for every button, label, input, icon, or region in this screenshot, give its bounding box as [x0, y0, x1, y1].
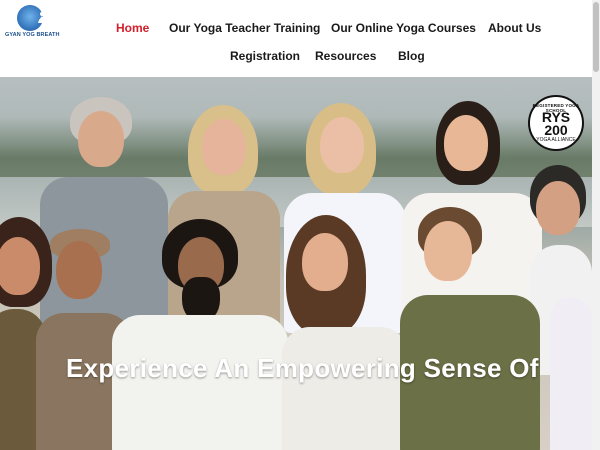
- scrollbar-thumb[interactable]: [593, 2, 599, 72]
- nav-about-us[interactable]: About Us: [488, 21, 541, 35]
- site-logo[interactable]: GYAN YOG BREATH: [5, 5, 60, 39]
- nav-home[interactable]: Home: [116, 21, 149, 35]
- rys-200-badge: REGISTERED YOGA SCHOOL RYS 200 YOGA ALLI…: [528, 95, 584, 151]
- meditating-figure-icon: [38, 12, 46, 23]
- badge-sub-text: YOGA ALLIANCE: [536, 137, 576, 143]
- nav-yoga-teacher-training[interactable]: Our Yoga Teacher Training: [169, 21, 320, 35]
- logo-text: GYAN YOG BREATH: [5, 32, 60, 38]
- site-header: GYAN YOG BREATH Home Our Yoga Teacher Tr…: [0, 0, 592, 76]
- page-scrollbar[interactable]: [592, 0, 600, 450]
- badge-main-text: RYS 200: [541, 109, 571, 138]
- meditation-logo-icon: [17, 5, 46, 31]
- hero-heading: Experience An Empowering Sense Of: [66, 353, 539, 383]
- nav-registration[interactable]: Registration: [230, 49, 300, 63]
- nav-resources[interactable]: Resources: [315, 49, 376, 63]
- nav-online-yoga-courses[interactable]: Our Online Yoga Courses: [331, 21, 476, 35]
- nav-blog[interactable]: Blog: [398, 49, 425, 63]
- hero-banner: REGISTERED YOGA SCHOOL RYS 200 YOGA ALLI…: [0, 77, 592, 450]
